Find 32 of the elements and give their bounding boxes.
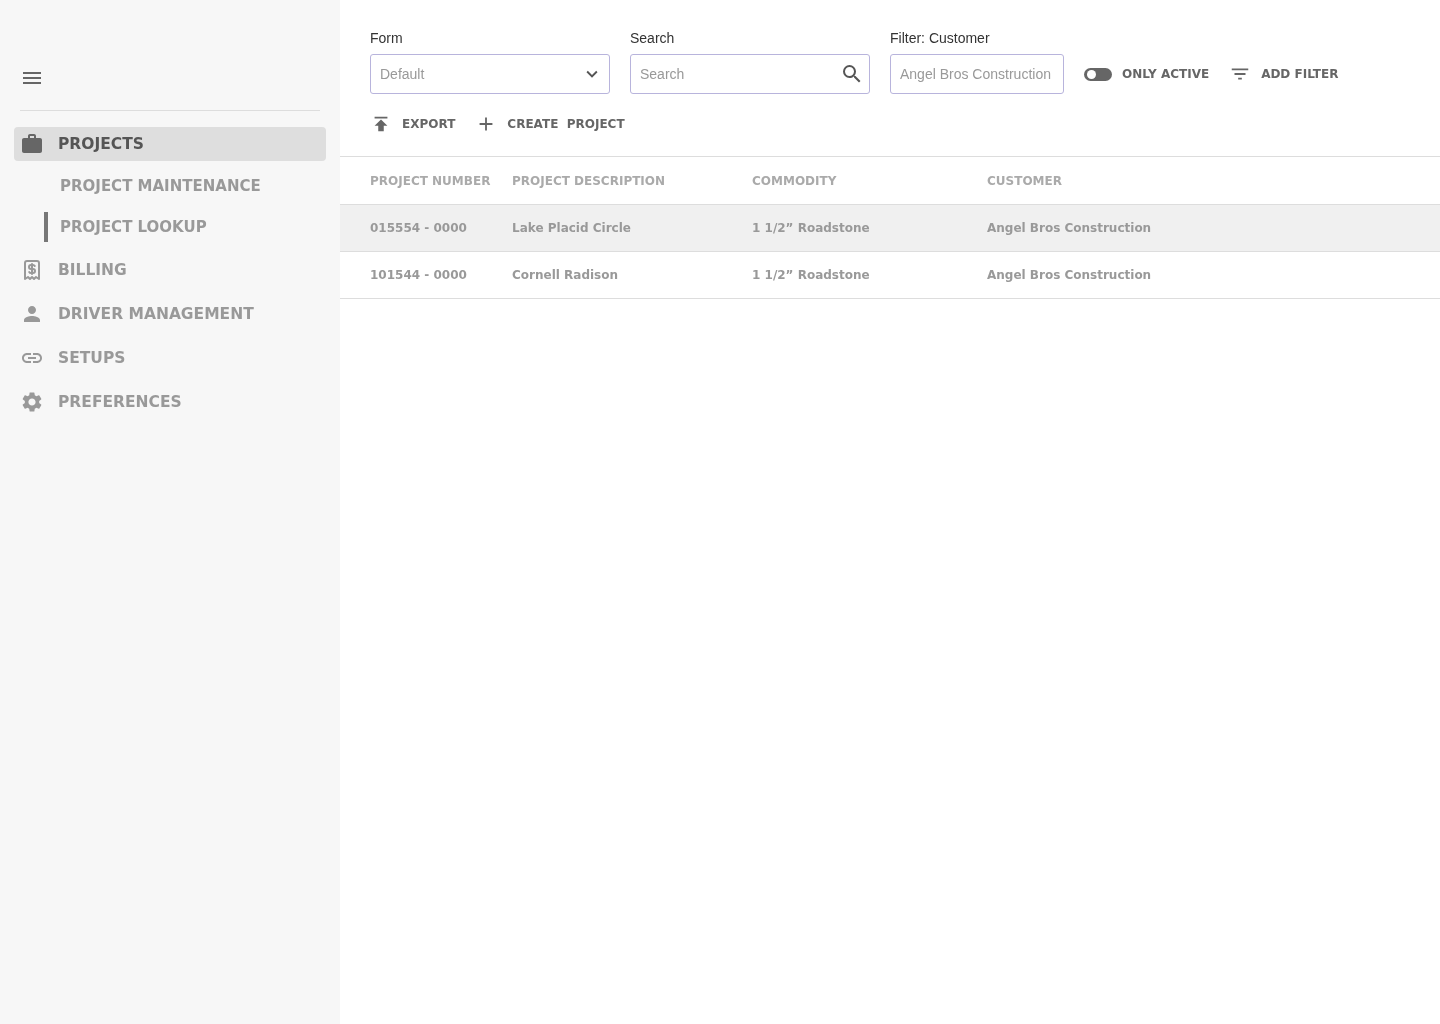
field-label: Search — [630, 30, 676, 46]
export-button[interactable]: EXPORT — [370, 104, 456, 144]
table-cell-text: Lake Placid Circle — [512, 221, 632, 235]
table-cell-text: 1 1/2” Roadstone — [752, 221, 871, 235]
table-cell-text: Angel Bros Construction — [987, 221, 1153, 235]
sidebar-subitem[interactable]: PROJECT MAINTENANCE — [44, 171, 326, 201]
table-row[interactable]: 015554 - 0000 Lake Placid Circle 1 1/2” Roadstone Angel Bros Construction — [340, 205, 1440, 252]
table-cell-text: 101544 - 0000 — [370, 268, 468, 282]
only-active-toggle[interactable]: ONLY ACTIVE — [1084, 54, 1210, 94]
gear-icon — [20, 390, 44, 414]
search-field[interactable]: Search — [630, 54, 870, 94]
column-header: PROJECT NUMBER — [370, 173, 492, 188]
column-header: COMMODITY — [752, 173, 838, 188]
sidebar-item[interactable]: BILLING — [14, 253, 326, 287]
table-cell-text: Angel Bros Construction — [987, 268, 1153, 282]
briefcase-icon — [20, 132, 44, 156]
sidebar-item[interactable]: SETUPS — [14, 341, 326, 375]
sidebar-subitem[interactable]: PROJECT LOOKUP — [44, 212, 326, 242]
table-cell-text: 1 1/2” Roadstone — [752, 268, 871, 282]
customer-filter-field[interactable]: Angel Bros Construction — [890, 54, 1064, 94]
field-label: Filter: Customer — [890, 30, 991, 46]
sidebar-item[interactable]: PREFERENCES — [14, 385, 326, 419]
table-cell-text: 015554 - 0000 — [370, 221, 468, 235]
create-project-button[interactable]: CREATE PROJECT — [475, 104, 625, 144]
sidebar-item[interactable]: PROJECTS — [14, 127, 326, 161]
form-select[interactable]: Default — [370, 54, 610, 94]
column-header: PROJECT DESCRIPTION — [512, 173, 667, 188]
field-label: Form — [370, 30, 404, 46]
column-header: CUSTOMER — [987, 173, 1063, 188]
add-filter-button[interactable]: ADD FILTER — [1229, 54, 1339, 94]
sidebar-item[interactable]: DRIVER MANAGEMENT — [14, 297, 326, 331]
table-cell-text: Cornell Radison — [512, 268, 620, 282]
